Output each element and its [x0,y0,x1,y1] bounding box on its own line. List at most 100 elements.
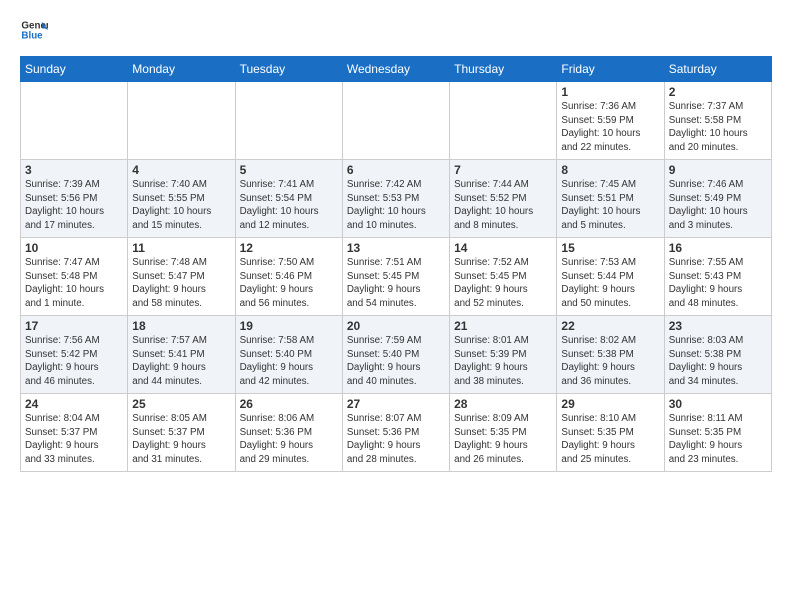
day-info: Sunrise: 8:01 AM Sunset: 5:39 PM Dayligh… [454,334,552,389]
calendar-cell: 1Sunrise: 7:36 AM Sunset: 5:59 PM Daylig… [557,82,664,160]
day-number: 28 [454,397,552,411]
day-info: Sunrise: 7:56 AM Sunset: 5:42 PM Dayligh… [25,334,123,389]
day-number: 8 [561,163,659,177]
day-info: Sunrise: 7:50 AM Sunset: 5:46 PM Dayligh… [240,256,338,311]
day-info: Sunrise: 8:10 AM Sunset: 5:35 PM Dayligh… [561,412,659,467]
day-info: Sunrise: 7:57 AM Sunset: 5:41 PM Dayligh… [132,334,230,389]
day-info: Sunrise: 7:55 AM Sunset: 5:43 PM Dayligh… [669,256,767,311]
calendar-cell: 28Sunrise: 8:09 AM Sunset: 5:35 PM Dayli… [450,394,557,472]
day-number: 16 [669,241,767,255]
calendar-cell: 12Sunrise: 7:50 AM Sunset: 5:46 PM Dayli… [235,238,342,316]
day-number: 10 [25,241,123,255]
day-info: Sunrise: 7:59 AM Sunset: 5:40 PM Dayligh… [347,334,445,389]
calendar-cell: 25Sunrise: 8:05 AM Sunset: 5:37 PM Dayli… [128,394,235,472]
calendar-cell: 14Sunrise: 7:52 AM Sunset: 5:45 PM Dayli… [450,238,557,316]
calendar-cell: 15Sunrise: 7:53 AM Sunset: 5:44 PM Dayli… [557,238,664,316]
day-number: 9 [669,163,767,177]
calendar-cell: 26Sunrise: 8:06 AM Sunset: 5:36 PM Dayli… [235,394,342,472]
weekday-header: Sunday [21,57,128,82]
day-info: Sunrise: 7:44 AM Sunset: 5:52 PM Dayligh… [454,178,552,233]
page: General Blue SundayMondayTuesdayWednesda… [0,0,792,482]
day-number: 30 [669,397,767,411]
day-info: Sunrise: 8:04 AM Sunset: 5:37 PM Dayligh… [25,412,123,467]
calendar-cell: 11Sunrise: 7:48 AM Sunset: 5:47 PM Dayli… [128,238,235,316]
day-info: Sunrise: 7:46 AM Sunset: 5:49 PM Dayligh… [669,178,767,233]
day-number: 27 [347,397,445,411]
calendar-cell [450,82,557,160]
day-info: Sunrise: 7:45 AM Sunset: 5:51 PM Dayligh… [561,178,659,233]
calendar-cell: 20Sunrise: 7:59 AM Sunset: 5:40 PM Dayli… [342,316,449,394]
day-info: Sunrise: 8:03 AM Sunset: 5:38 PM Dayligh… [669,334,767,389]
day-number: 29 [561,397,659,411]
day-number: 15 [561,241,659,255]
calendar-cell: 21Sunrise: 8:01 AM Sunset: 5:39 PM Dayli… [450,316,557,394]
calendar-cell: 7Sunrise: 7:44 AM Sunset: 5:52 PM Daylig… [450,160,557,238]
day-number: 20 [347,319,445,333]
day-info: Sunrise: 7:47 AM Sunset: 5:48 PM Dayligh… [25,256,123,311]
day-number: 2 [669,85,767,99]
header: General Blue [20,16,772,44]
day-info: Sunrise: 7:42 AM Sunset: 5:53 PM Dayligh… [347,178,445,233]
calendar-cell: 30Sunrise: 8:11 AM Sunset: 5:35 PM Dayli… [664,394,771,472]
calendar-week-row: 1Sunrise: 7:36 AM Sunset: 5:59 PM Daylig… [21,82,772,160]
day-number: 17 [25,319,123,333]
calendar-table: SundayMondayTuesdayWednesdayThursdayFrid… [20,56,772,472]
calendar-cell: 22Sunrise: 8:02 AM Sunset: 5:38 PM Dayli… [557,316,664,394]
day-number: 18 [132,319,230,333]
calendar-cell: 19Sunrise: 7:58 AM Sunset: 5:40 PM Dayli… [235,316,342,394]
day-number: 11 [132,241,230,255]
day-number: 1 [561,85,659,99]
calendar-cell: 9Sunrise: 7:46 AM Sunset: 5:49 PM Daylig… [664,160,771,238]
calendar-cell: 23Sunrise: 8:03 AM Sunset: 5:38 PM Dayli… [664,316,771,394]
calendar-header-row: SundayMondayTuesdayWednesdayThursdayFrid… [21,57,772,82]
day-info: Sunrise: 7:52 AM Sunset: 5:45 PM Dayligh… [454,256,552,311]
svg-text:Blue: Blue [21,30,43,41]
calendar-cell [21,82,128,160]
calendar-week-row: 17Sunrise: 7:56 AM Sunset: 5:42 PM Dayli… [21,316,772,394]
day-number: 23 [669,319,767,333]
day-number: 19 [240,319,338,333]
calendar-cell: 24Sunrise: 8:04 AM Sunset: 5:37 PM Dayli… [21,394,128,472]
day-info: Sunrise: 8:11 AM Sunset: 5:35 PM Dayligh… [669,412,767,467]
day-number: 25 [132,397,230,411]
weekday-header: Monday [128,57,235,82]
day-number: 5 [240,163,338,177]
weekday-header: Saturday [664,57,771,82]
day-info: Sunrise: 8:07 AM Sunset: 5:36 PM Dayligh… [347,412,445,467]
calendar-cell: 3Sunrise: 7:39 AM Sunset: 5:56 PM Daylig… [21,160,128,238]
day-info: Sunrise: 8:06 AM Sunset: 5:36 PM Dayligh… [240,412,338,467]
day-number: 7 [454,163,552,177]
day-info: Sunrise: 7:41 AM Sunset: 5:54 PM Dayligh… [240,178,338,233]
weekday-header: Friday [557,57,664,82]
calendar-cell: 17Sunrise: 7:56 AM Sunset: 5:42 PM Dayli… [21,316,128,394]
calendar-cell: 13Sunrise: 7:51 AM Sunset: 5:45 PM Dayli… [342,238,449,316]
day-info: Sunrise: 7:58 AM Sunset: 5:40 PM Dayligh… [240,334,338,389]
day-number: 4 [132,163,230,177]
day-info: Sunrise: 7:48 AM Sunset: 5:47 PM Dayligh… [132,256,230,311]
calendar-cell: 4Sunrise: 7:40 AM Sunset: 5:55 PM Daylig… [128,160,235,238]
logo: General Blue [20,16,52,44]
calendar-cell: 29Sunrise: 8:10 AM Sunset: 5:35 PM Dayli… [557,394,664,472]
day-info: Sunrise: 7:53 AM Sunset: 5:44 PM Dayligh… [561,256,659,311]
day-info: Sunrise: 7:40 AM Sunset: 5:55 PM Dayligh… [132,178,230,233]
day-info: Sunrise: 8:05 AM Sunset: 5:37 PM Dayligh… [132,412,230,467]
calendar-week-row: 10Sunrise: 7:47 AM Sunset: 5:48 PM Dayli… [21,238,772,316]
day-number: 21 [454,319,552,333]
calendar-week-row: 3Sunrise: 7:39 AM Sunset: 5:56 PM Daylig… [21,160,772,238]
calendar-cell: 2Sunrise: 7:37 AM Sunset: 5:58 PM Daylig… [664,82,771,160]
calendar-cell [342,82,449,160]
weekday-header: Thursday [450,57,557,82]
calendar-cell: 10Sunrise: 7:47 AM Sunset: 5:48 PM Dayli… [21,238,128,316]
day-info: Sunrise: 8:09 AM Sunset: 5:35 PM Dayligh… [454,412,552,467]
calendar-cell: 18Sunrise: 7:57 AM Sunset: 5:41 PM Dayli… [128,316,235,394]
day-number: 24 [25,397,123,411]
day-info: Sunrise: 8:02 AM Sunset: 5:38 PM Dayligh… [561,334,659,389]
day-number: 12 [240,241,338,255]
calendar-cell: 5Sunrise: 7:41 AM Sunset: 5:54 PM Daylig… [235,160,342,238]
day-info: Sunrise: 7:39 AM Sunset: 5:56 PM Dayligh… [25,178,123,233]
day-number: 3 [25,163,123,177]
calendar-cell [128,82,235,160]
day-info: Sunrise: 7:37 AM Sunset: 5:58 PM Dayligh… [669,100,767,155]
day-info: Sunrise: 7:51 AM Sunset: 5:45 PM Dayligh… [347,256,445,311]
day-number: 6 [347,163,445,177]
